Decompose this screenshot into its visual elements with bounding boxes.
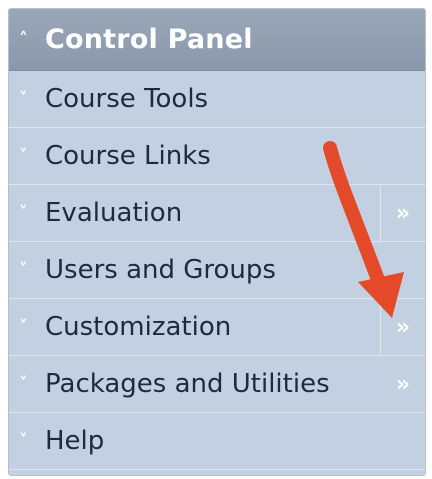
double-chevron-right-icon[interactable]: » [380,185,425,241]
chevron-down-icon: ˅ [19,259,28,280]
double-chevron-right-icon[interactable]: » [381,356,425,412]
menu-item-label: Help [45,426,105,456]
chevron-down-icon: ˅ [19,373,28,394]
chevron-up-icon: ˄ [19,28,28,50]
menu-item-course-links[interactable]: ˅ Course Links [9,128,425,185]
menu-item-label: Packages and Utilities [45,369,330,399]
menu-item-label: Evaluation [45,198,183,228]
control-panel: ˄ Control Panel ˅ Course Tools ˅ Course … [8,8,426,476]
menu-item-help[interactable]: ˅ Help [9,413,425,470]
control-panel-menu: ˅ Course Tools ˅ Course Links ˅ Evaluati… [9,71,425,470]
chevron-down-icon: ˅ [19,430,28,451]
chevron-down-icon: ˅ [19,202,28,223]
double-chevron-right-icon[interactable]: » [380,299,425,355]
menu-item-label: Users and Groups [45,255,276,285]
menu-item-evaluation[interactable]: ˅ Evaluation » [9,185,425,242]
menu-item-course-tools[interactable]: ˅ Course Tools [9,71,425,128]
menu-item-packages-and-utilities[interactable]: ˅ Packages and Utilities » [9,356,425,413]
control-panel-title: Control Panel [45,24,253,55]
menu-item-label: Course Tools [45,84,209,114]
chevron-down-icon: ˅ [19,145,28,166]
control-panel-header[interactable]: ˄ Control Panel [9,9,425,71]
menu-item-label: Customization [45,312,232,342]
chevron-down-icon: ˅ [19,88,28,109]
menu-item-customization[interactable]: ˅ Customization » [9,299,425,356]
chevron-down-icon: ˅ [19,316,28,337]
menu-item-users-and-groups[interactable]: ˅ Users and Groups [9,242,425,299]
menu-item-label: Course Links [45,141,211,171]
